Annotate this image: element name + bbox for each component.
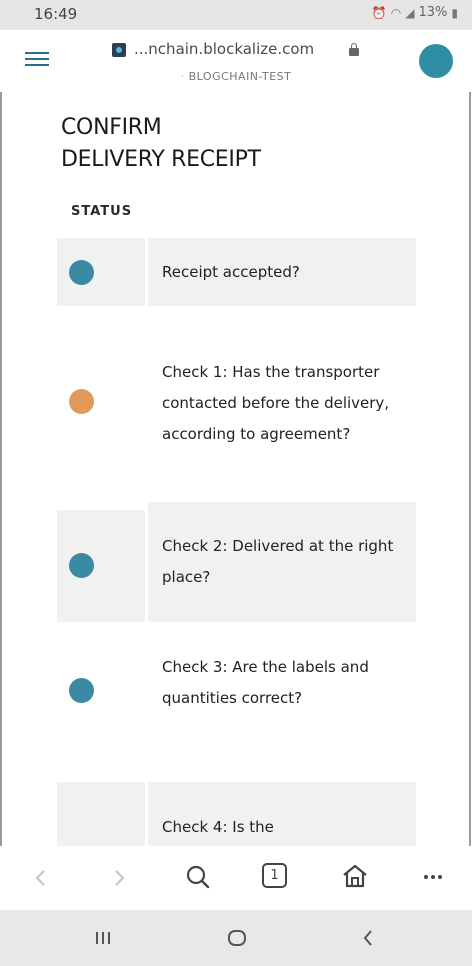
checklist-row[interactable]: Check 1: Has the transporter contacted b… — [57, 306, 416, 510]
question-text: Check 4: Is the — [148, 782, 416, 846]
status-indicators: ⏰ ◠ ◢ 13% ▮ — [372, 5, 458, 20]
content-right-border — [469, 92, 471, 846]
tab-count: 1 — [270, 868, 279, 883]
status-column-label: STATUS — [71, 204, 133, 219]
page-title: CONFIRM DELIVERY RECEIPT — [61, 112, 261, 176]
status-dot-icon — [69, 260, 94, 285]
menu-icon[interactable] — [25, 52, 49, 70]
battery-icon: ▮ — [451, 5, 458, 20]
battery-percent: 13% — [418, 5, 448, 20]
system-nav-bar — [0, 910, 472, 966]
phone-screen: 16:49 ⏰ ◠ ◢ 13% ▮ ...nchain.blockalize.c… — [0, 0, 472, 966]
profile-avatar[interactable] — [419, 44, 453, 78]
checklist-row[interactable]: Check 4: Is the — [57, 782, 416, 846]
page-title-line2: DELIVERY RECEIPT — [61, 147, 261, 172]
home-circle-icon[interactable] — [227, 928, 247, 948]
page-title-line1: CONFIRM — [61, 115, 162, 140]
more-icon[interactable] — [423, 874, 443, 880]
favicon — [112, 43, 126, 57]
home-icon[interactable] — [341, 863, 369, 889]
status-cell — [57, 306, 145, 510]
status-cell — [57, 238, 145, 306]
back-icon[interactable] — [34, 868, 48, 888]
content-left-border — [0, 92, 2, 846]
checklist: Receipt accepted? Check 1: Has the trans… — [57, 238, 416, 846]
status-cell — [57, 782, 145, 846]
page-content: CONFIRM DELIVERY RECEIPT STATUS Receipt … — [0, 92, 472, 846]
wifi-icon: ◠ — [390, 5, 402, 20]
search-icon[interactable] — [185, 864, 211, 890]
status-dot-icon — [69, 553, 94, 578]
status-dot-icon — [69, 389, 94, 414]
checklist-row[interactable]: Check 3: Are the labels and quantities c… — [57, 622, 416, 782]
browser-url-bar: ...nchain.blockalize.com BLOGCHAIN-TEST — [0, 30, 472, 93]
browser-toolbar: 1 — [0, 846, 472, 910]
recent-apps-icon[interactable] — [95, 930, 111, 946]
system-back-icon[interactable] — [362, 929, 374, 947]
tabs-icon[interactable]: 1 — [262, 863, 287, 888]
status-dot-icon — [69, 678, 94, 703]
status-bar: 16:49 ⏰ ◠ ◢ 13% ▮ — [0, 0, 472, 30]
question-text: Check 3: Are the labels and quantities c… — [162, 658, 369, 707]
status-time: 16:49 — [34, 5, 78, 23]
question-text: Check 1: Has the transporter contacted b… — [162, 362, 390, 443]
alarm-icon: ⏰ — [371, 5, 387, 20]
page-subtitle: BLOGCHAIN-TEST — [0, 70, 472, 83]
lock-icon[interactable] — [349, 43, 359, 56]
forward-icon[interactable] — [112, 868, 126, 888]
status-cell — [57, 622, 145, 782]
status-cell — [57, 510, 145, 622]
signal-icon: ◢ — [405, 5, 415, 20]
url-text[interactable]: ...nchain.blockalize.com — [134, 40, 314, 58]
